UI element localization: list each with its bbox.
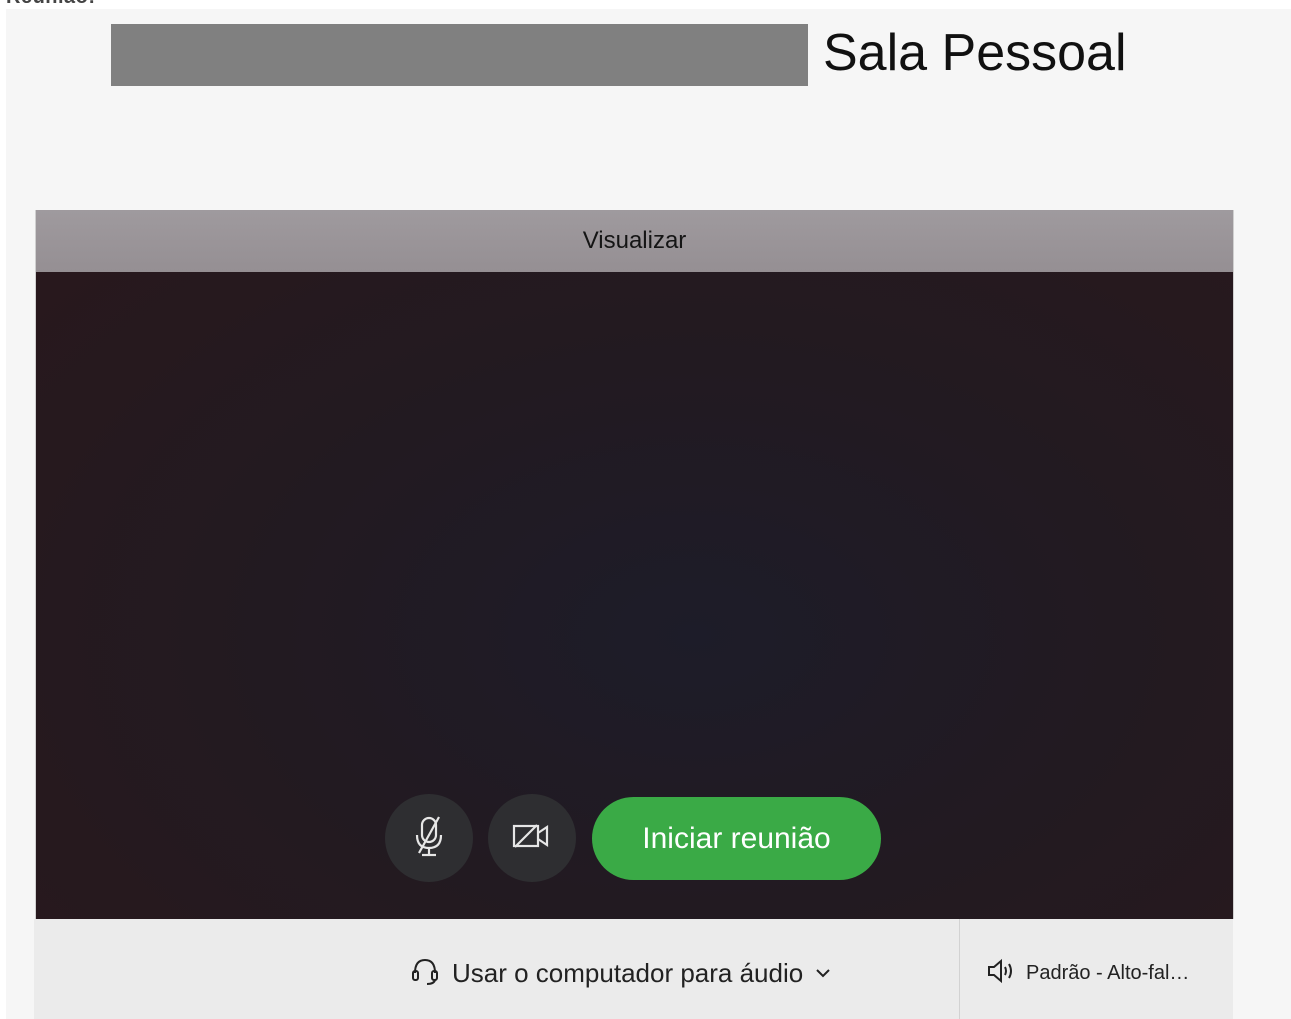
video-preview: Visualizar Iniciar reunião (35, 210, 1234, 919)
speaker-label: Padrão - Alto-fal… (1026, 961, 1190, 984)
speaker-dropdown[interactable]: Padrão - Alto-fal… (986, 953, 1189, 993)
preview-header: Visualizar (36, 210, 1233, 272)
stop-video-button[interactable] (488, 794, 576, 882)
divider (959, 919, 960, 1019)
audio-connection-label: Usar o computador para áudio (452, 957, 804, 988)
speaker-icon (986, 958, 1016, 989)
microphone-muted-icon (412, 815, 446, 862)
audio-bar: Usar o computador para áudio Padrão - Al… (34, 919, 1233, 1019)
headset-icon (410, 956, 440, 991)
meeting-label: Reunião: (6, 0, 96, 9)
mute-microphone-button[interactable] (385, 794, 473, 882)
page-title: Sala Pessoal (823, 24, 1127, 82)
chevron-down-icon (815, 968, 831, 978)
camera-off-icon (512, 821, 552, 856)
start-meeting-button[interactable]: Iniciar reunião (592, 797, 881, 880)
audio-connection-dropdown[interactable]: Usar o computador para áudio (410, 951, 831, 995)
redacted-host-name (111, 24, 808, 86)
